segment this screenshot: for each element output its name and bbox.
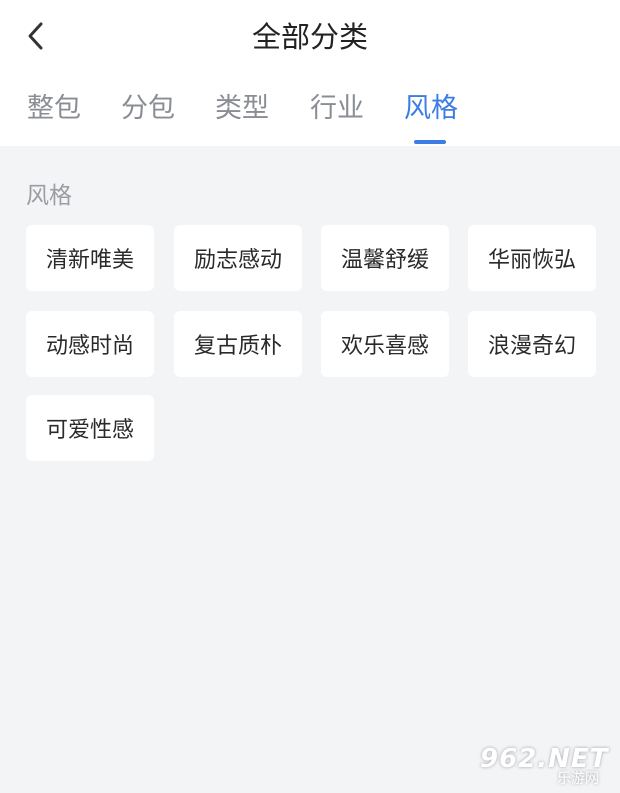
- chip-cute-sexy[interactable]: 可爱性感: [26, 395, 154, 461]
- tab-style[interactable]: 风格: [404, 90, 458, 128]
- chip-inspiring-touching[interactable]: 励志感动: [174, 225, 302, 291]
- tab-type[interactable]: 类型: [215, 90, 269, 128]
- top-bar: 全部分类: [0, 0, 620, 74]
- page-title: 全部分类: [251, 20, 368, 54]
- tab-package[interactable]: 整包: [27, 90, 81, 128]
- chip-joyful-funny[interactable]: 欢乐喜感: [321, 311, 449, 377]
- tab-subpackage[interactable]: 分包: [121, 90, 175, 128]
- chip-retro-simple[interactable]: 复古质朴: [174, 311, 302, 377]
- watermark-sub: 乐游网: [557, 771, 599, 787]
- app-root: 全部分类 整包 分包 类型 行业 风格 风格 清新唯美 励志感动 温馨舒缓 华丽…: [0, 0, 620, 793]
- category-tabs: 整包 分包 类型 行业 风格: [0, 74, 620, 146]
- chip-warm-soothing[interactable]: 温馨舒缓: [321, 225, 449, 291]
- chip-magnificent[interactable]: 华丽恢弘: [468, 225, 596, 291]
- chip-dynamic-fashion[interactable]: 动感时尚: [26, 311, 154, 377]
- chip-fresh-beautiful[interactable]: 清新唯美: [26, 225, 154, 291]
- active-tab-indicator: [414, 140, 446, 144]
- chip-romantic-fantasy[interactable]: 浪漫奇幻: [468, 311, 596, 377]
- section-label: 风格: [26, 183, 72, 209]
- tab-industry[interactable]: 行业: [310, 90, 364, 128]
- site-watermark: 962.NET 乐游网: [480, 744, 614, 788]
